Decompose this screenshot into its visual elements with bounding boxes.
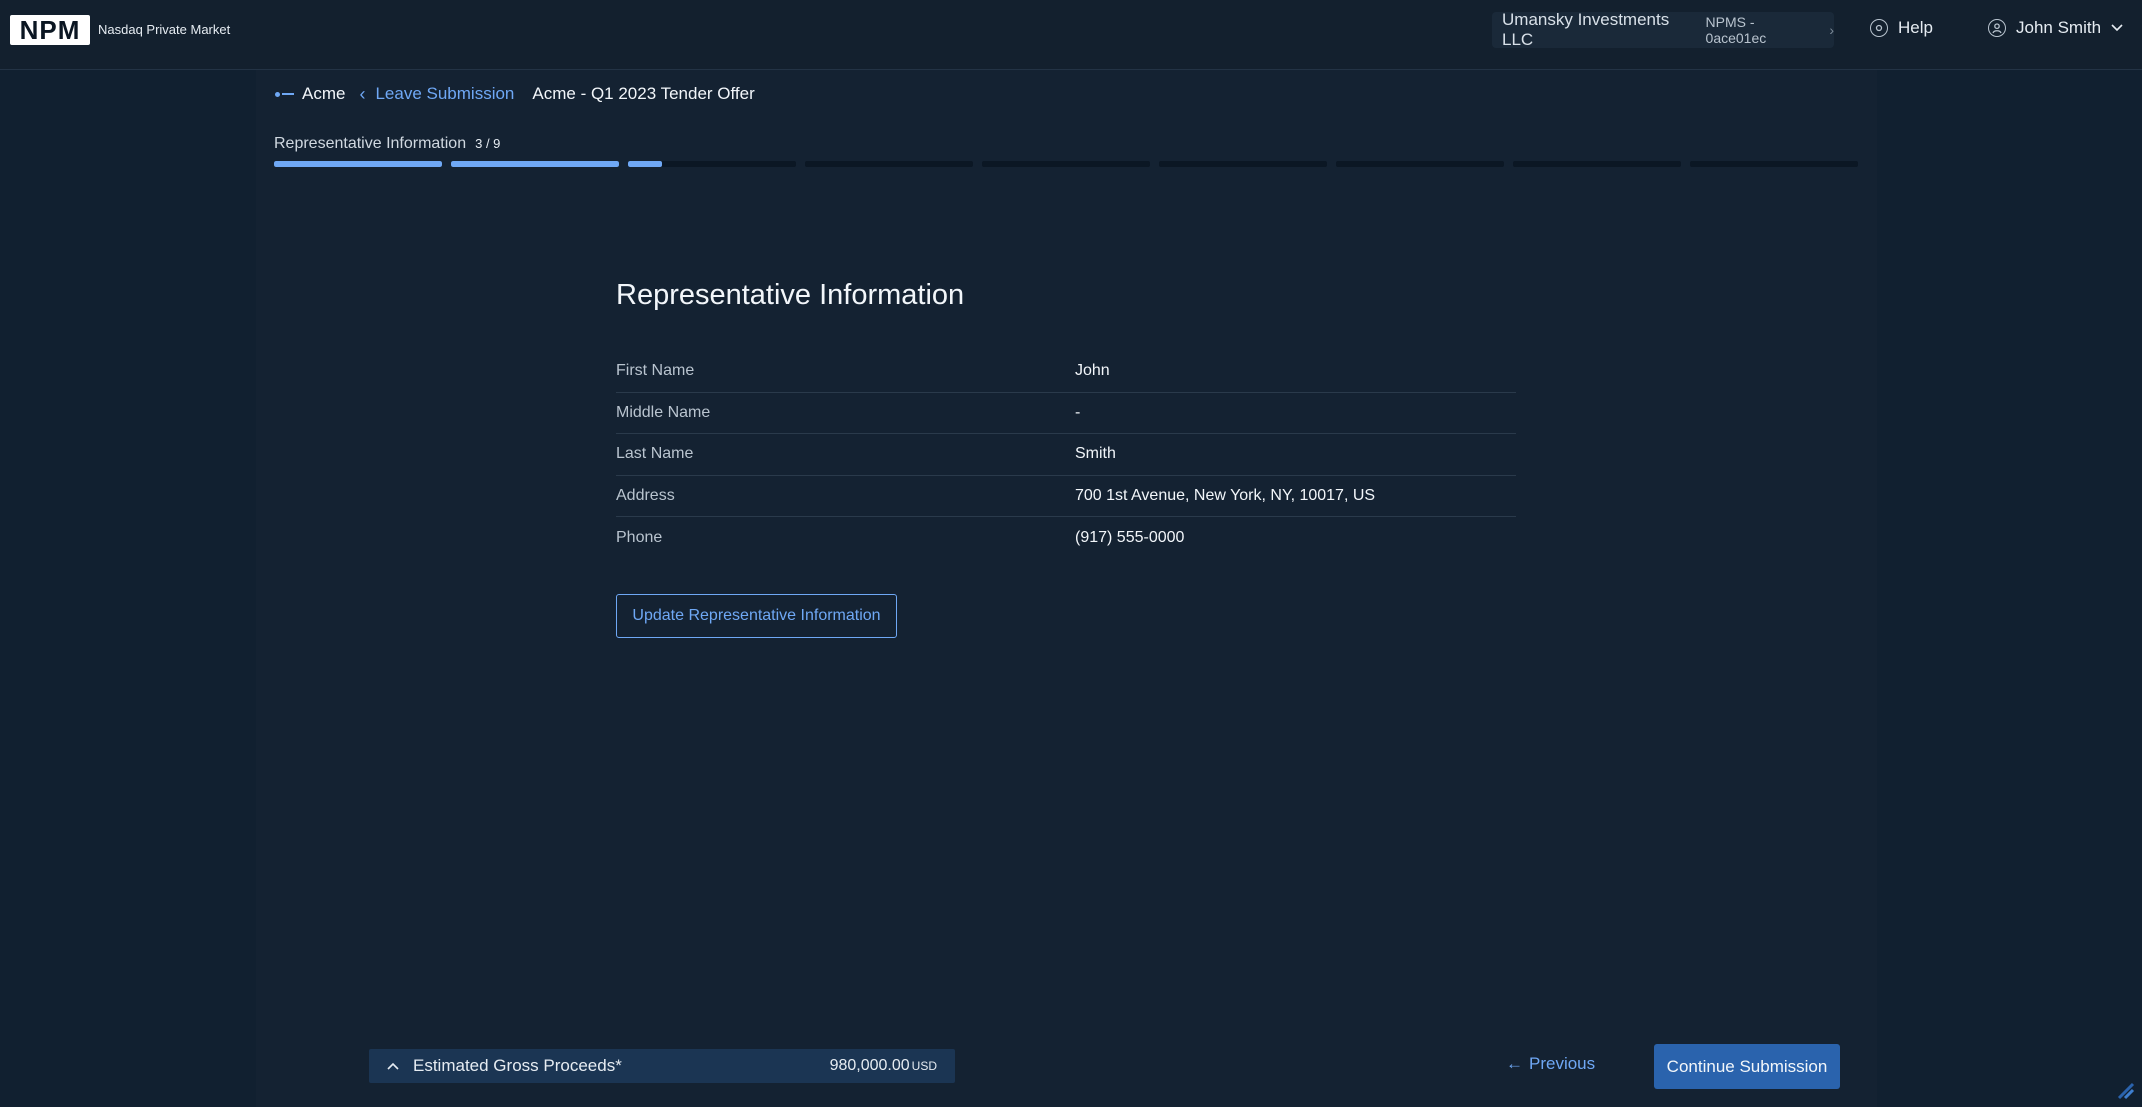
step-count: 3 / 9	[475, 136, 501, 151]
progress-segment	[1513, 161, 1681, 167]
help-label: Help	[1898, 18, 1933, 37]
progress-segment-fill	[274, 161, 442, 167]
assistant-icon[interactable]	[2116, 1081, 2136, 1101]
step-progress-bar	[274, 161, 1858, 167]
breadcrumb-offer: Acme - Q1 2023 Tender Offer	[532, 84, 755, 103]
estimated-proceeds-bar[interactable]: Estimated Gross Proceeds* 980,000.00 USD	[369, 1049, 955, 1083]
progress-segment-fill	[451, 161, 619, 167]
user-name: John Smith	[2016, 18, 2102, 37]
leave-submission-link[interactable]: Leave Submission	[375, 84, 514, 104]
progress-segment	[451, 161, 619, 167]
representative-info-table: First Name John Middle Name - Last Name Smith…	[616, 351, 1516, 559]
step-indicator-icon	[275, 91, 294, 97]
chevron-left-icon[interactable]: ‹	[359, 84, 365, 105]
chevron-up-icon	[387, 1062, 399, 1070]
progress-segment	[805, 161, 973, 167]
account-name: Umansky Investments LLC	[1502, 10, 1670, 49]
help-button[interactable]: Help	[1870, 18, 1933, 38]
page-gutter-right	[1877, 70, 2142, 1107]
step-header: Representative Information 3 / 9	[274, 135, 500, 153]
info-row: Phone (917) 555-0000	[616, 517, 1516, 559]
info-value: 700 1st Avenue, New York, NY, 10017, US	[1075, 486, 1376, 504]
progress-segment	[1690, 161, 1858, 167]
breadcrumb: Acme ‹ Leave Submission Acme - Q1 2023 T…	[275, 82, 755, 106]
progress-segment-fill	[628, 161, 662, 167]
info-row: First Name John	[616, 351, 1516, 393]
main-panel	[256, 70, 1877, 1107]
update-representative-button[interactable]: Update Representative Information	[616, 594, 897, 638]
progress-segment	[274, 161, 442, 167]
proceeds-unit: USD	[911, 1059, 937, 1073]
arrow-left-icon: ←	[1506, 1054, 1523, 1073]
page-gutter-left	[0, 70, 256, 1107]
proceeds-label: Estimated Gross Proceeds*	[413, 1056, 622, 1075]
chevron-right-icon: ›	[1829, 22, 1834, 38]
account-id: NPMS - 0ace01ec	[1705, 14, 1767, 46]
user-menu[interactable]: John Smith	[1988, 18, 2123, 38]
continue-submission-button[interactable]: Continue Submission	[1654, 1044, 1840, 1089]
progress-segment	[1336, 161, 1504, 167]
info-label: Address	[616, 486, 675, 504]
info-label: Middle Name	[616, 403, 711, 421]
account-switcher[interactable]: Umansky Investments LLC NPMS - 0ace01ec …	[1492, 10, 1834, 49]
top-bar: NPM Nasdaq Private Market Umansky Invest…	[0, 0, 2142, 70]
section-title: Representative Information	[616, 279, 965, 311]
proceeds-value: 980,000.00	[829, 1057, 910, 1074]
info-row: Address 700 1st Avenue, New York, NY, 100…	[616, 476, 1516, 517]
previous-button[interactable]: ← Previous	[1506, 1054, 1595, 1074]
info-label: Last Name	[616, 445, 694, 463]
npm-logo[interactable]: NPM	[10, 15, 90, 45]
progress-segment	[982, 161, 1150, 167]
user-avatar-icon	[1988, 19, 2006, 37]
previous-label: Previous	[1529, 1054, 1596, 1073]
info-row: Middle Name -	[616, 393, 1516, 434]
breadcrumb-company: Acme	[302, 84, 346, 103]
info-row: Last Name Smith	[616, 434, 1516, 476]
info-label: First Name	[616, 362, 695, 380]
chevron-down-icon	[2111, 24, 2123, 32]
progress-segment	[1159, 161, 1327, 167]
step-label: Representative Information	[274, 135, 467, 152]
info-value: (917) 555-0000	[1075, 528, 1185, 546]
progress-segment	[628, 161, 796, 167]
lifebuoy-icon	[1870, 19, 1888, 37]
info-value: John	[1075, 362, 1110, 380]
info-value: Smith	[1075, 445, 1116, 463]
info-value: -	[1075, 403, 1081, 421]
info-label: Phone	[616, 528, 663, 546]
logo-subtitle: Nasdaq Private Market	[98, 22, 231, 37]
